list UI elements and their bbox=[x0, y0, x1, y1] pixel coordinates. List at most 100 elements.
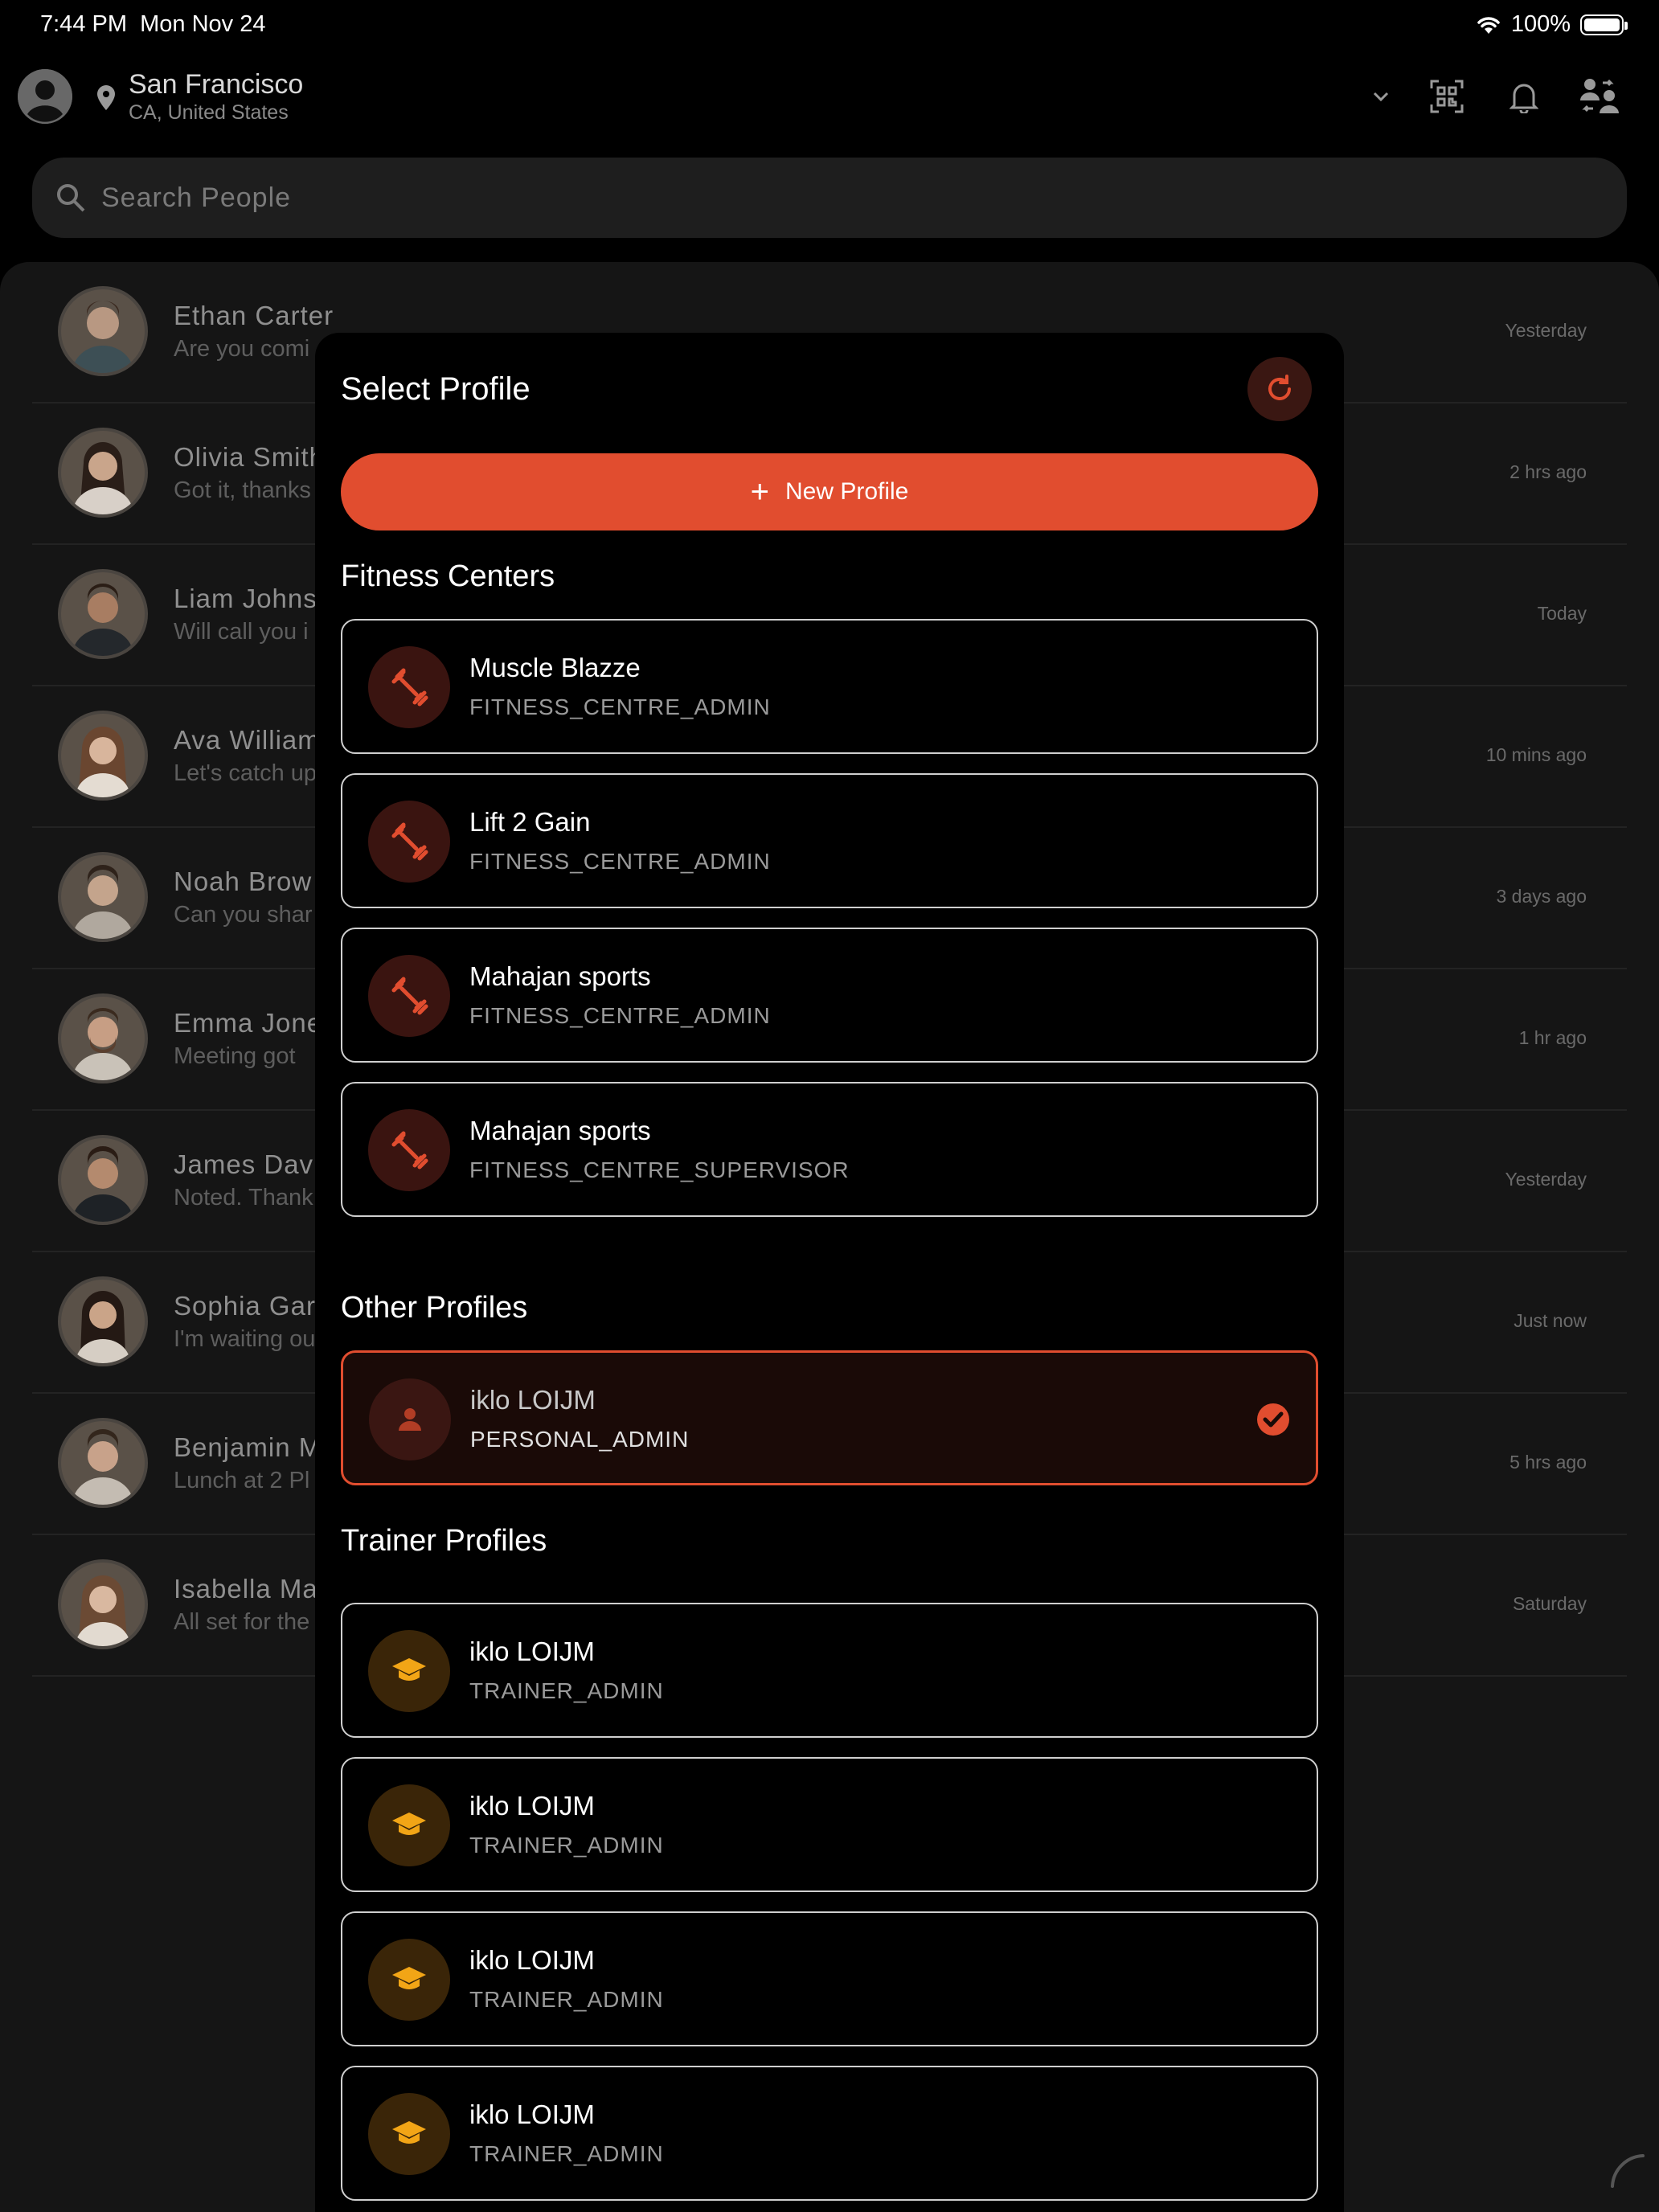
chat-message: Are you comi bbox=[174, 336, 310, 362]
refresh-button[interactable] bbox=[1247, 357, 1312, 421]
avatar bbox=[58, 1418, 148, 1508]
section-title-trainer: Trainer Profiles bbox=[341, 1524, 547, 1558]
avatar bbox=[58, 1135, 148, 1225]
chat-name: Emma Jone bbox=[174, 1008, 323, 1038]
profile-name: iklo LOIJM bbox=[469, 1636, 595, 1666]
avatar bbox=[58, 993, 148, 1083]
profile-card[interactable]: Muscle Blazze FITNESS_CENTRE_ADMIN bbox=[341, 619, 1318, 754]
graduation-cap-icon bbox=[368, 1630, 450, 1712]
profile-name: Lift 2 Gain bbox=[469, 807, 591, 837]
date: Mon Nov 24 bbox=[140, 11, 266, 37]
chat-time: Yesterday bbox=[1505, 320, 1587, 341]
chevron-down-icon[interactable] bbox=[1358, 74, 1403, 119]
chat-name: Noah Brow bbox=[174, 866, 313, 896]
profile-card[interactable]: Mahajan sports FITNESS_CENTRE_ADMIN bbox=[341, 928, 1318, 1063]
profile-card[interactable]: Lift 2 Gain FITNESS_CENTRE_ADMIN bbox=[341, 773, 1318, 908]
avatar bbox=[58, 1559, 148, 1649]
refresh-icon bbox=[1268, 375, 1291, 400]
battery-fill bbox=[1584, 18, 1620, 31]
dumbbell-icon bbox=[368, 646, 450, 728]
dumbbell-icon bbox=[368, 801, 450, 883]
chat-message: All set for the bbox=[174, 1609, 310, 1635]
profile-role: TRAINER_ADMIN bbox=[469, 1833, 664, 1858]
profile-role: FITNESS_CENTRE_ADMIN bbox=[469, 849, 771, 874]
dumbbell-icon bbox=[368, 955, 450, 1037]
chat-message: Noted. Thank bbox=[174, 1185, 313, 1210]
search-bar[interactable]: Search People bbox=[32, 158, 1627, 238]
profile-role: FITNESS_CENTRE_ADMIN bbox=[469, 694, 771, 719]
chat-time: Saturday bbox=[1512, 1593, 1587, 1614]
qr-scan-icon[interactable] bbox=[1424, 74, 1469, 119]
profile-name: iklo LOIJM bbox=[469, 1945, 595, 1975]
person-icon bbox=[369, 1378, 451, 1460]
chat-message: Meeting got bbox=[174, 1043, 296, 1069]
graduation-cap-icon bbox=[368, 2093, 450, 2175]
bell-icon[interactable] bbox=[1501, 74, 1546, 119]
profile-role: PERSONAL_ADMIN bbox=[470, 1427, 690, 1452]
profile-role: TRAINER_ADMIN bbox=[469, 1987, 664, 2012]
chat-time: 3 days ago bbox=[1496, 886, 1587, 907]
app-header: San Francisco CA, United States bbox=[0, 64, 1659, 161]
clock: 7:44 PM bbox=[40, 11, 127, 37]
modal-title: Select Profile bbox=[341, 371, 530, 407]
chat-name: Ava William bbox=[174, 725, 321, 755]
avatar bbox=[58, 1276, 148, 1366]
location-region: CA, United States bbox=[129, 101, 289, 124]
profile-role: FITNESS_CENTRE_ADMIN bbox=[469, 1003, 771, 1028]
chat-time: 10 mins ago bbox=[1485, 744, 1587, 765]
avatar bbox=[58, 428, 148, 518]
avatar bbox=[58, 286, 148, 376]
chat-message: Got it, thanks bbox=[174, 477, 311, 503]
switch-profile-icon[interactable] bbox=[1577, 74, 1622, 119]
profile-card[interactable]: iklo LOIJM TRAINER_ADMIN bbox=[341, 2066, 1318, 2201]
profile-name: iklo LOIJM bbox=[469, 2099, 595, 2129]
profile-name: Mahajan sports bbox=[469, 961, 651, 991]
new-profile-button[interactable]: + New Profile bbox=[341, 453, 1318, 530]
chat-time: Just now bbox=[1514, 1310, 1587, 1331]
location-pin-icon bbox=[97, 85, 115, 110]
profile-card[interactable]: iklo LOIJM TRAINER_ADMIN bbox=[341, 1603, 1318, 1738]
profile-card[interactable]: iklo LOIJM TRAINER_ADMIN bbox=[341, 1911, 1318, 2046]
chat-name: James Dav bbox=[174, 1149, 314, 1179]
battery-percent: 100% bbox=[1510, 11, 1571, 37]
resize-handle-icon[interactable] bbox=[1608, 2151, 1648, 2191]
profile-card[interactable]: Mahajan sports FITNESS_CENTRE_SUPERVISOR bbox=[341, 1082, 1318, 1217]
profile-name: Mahajan sports bbox=[469, 1116, 651, 1145]
wifi-icon bbox=[1477, 16, 1500, 34]
dumbbell-icon bbox=[368, 1109, 450, 1191]
status-right: 100% bbox=[1476, 11, 1628, 38]
chat-message: Will call you i bbox=[174, 619, 309, 645]
chat-message: Let's catch up bbox=[174, 760, 317, 786]
graduation-cap-icon bbox=[368, 1939, 450, 2021]
profile-card-selected[interactable]: iklo LOIJM PERSONAL_ADMIN bbox=[341, 1350, 1318, 1485]
chat-time: 5 hrs ago bbox=[1509, 1452, 1587, 1473]
avatar bbox=[58, 711, 148, 801]
chat-name: Olivia Smith bbox=[174, 442, 326, 472]
avatar bbox=[58, 852, 148, 942]
check-circle-icon bbox=[1257, 1403, 1289, 1436]
chat-message: Can you shar bbox=[174, 902, 313, 928]
chat-name: Liam Johns bbox=[174, 584, 317, 613]
chat-time: Yesterday bbox=[1505, 1169, 1587, 1190]
account-circle-icon[interactable] bbox=[18, 69, 72, 124]
profile-name: iklo LOIJM bbox=[469, 1791, 595, 1821]
profile-role: FITNESS_CENTRE_SUPERVISOR bbox=[469, 1157, 850, 1182]
profile-name: iklo LOIJM bbox=[470, 1385, 596, 1415]
profile-role: TRAINER_ADMIN bbox=[469, 2141, 664, 2166]
chat-time: 2 hrs ago bbox=[1509, 461, 1587, 482]
section-title-other: Other Profiles bbox=[341, 1291, 528, 1325]
plus-icon: + bbox=[750, 474, 769, 510]
chat-name: Benjamin M bbox=[174, 1432, 322, 1462]
chat-message: Lunch at 2 Pl bbox=[174, 1468, 310, 1493]
section-title-fitness: Fitness Centers bbox=[341, 559, 555, 593]
search-input[interactable]: Search People bbox=[101, 182, 291, 214]
new-profile-label: New Profile bbox=[784, 478, 909, 505]
chat-name: Sophia Gar bbox=[174, 1291, 316, 1321]
status-time: 7:44 PM Mon Nov 24 bbox=[40, 11, 265, 38]
chat-name: Ethan Carter bbox=[174, 301, 334, 330]
profile-card[interactable]: iklo LOIJM TRAINER_ADMIN bbox=[341, 1757, 1318, 1892]
chat-name: Isabella Ma bbox=[174, 1574, 318, 1604]
location-city[interactable]: San Francisco bbox=[129, 69, 303, 100]
status-bar: 7:44 PM Mon Nov 24 100% bbox=[0, 0, 1659, 50]
select-profile-modal: Select Profile + New Profile Fitness Cen… bbox=[315, 333, 1344, 2212]
